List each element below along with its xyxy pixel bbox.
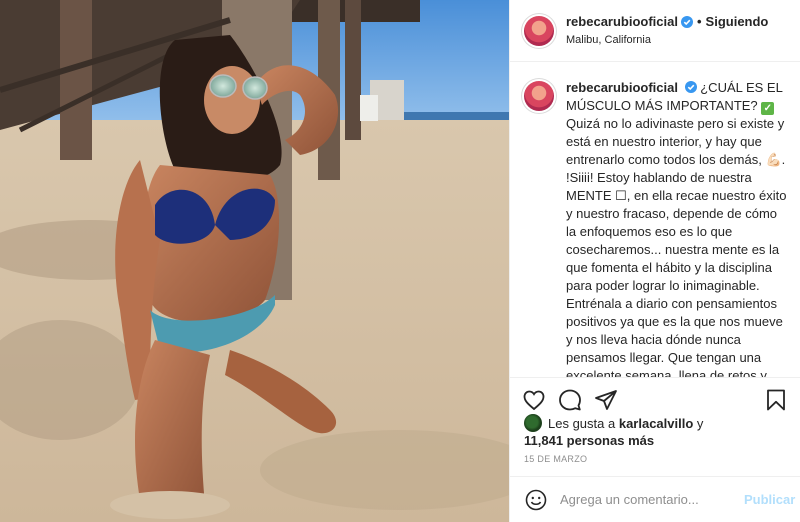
comment-bar: Publicar [510, 476, 800, 522]
post-photo[interactable] [0, 0, 509, 522]
heart-icon [523, 390, 545, 410]
publish-button[interactable]: Publicar [744, 492, 795, 507]
likes-count[interactable]: 11,841 personas más [524, 432, 790, 449]
box-glyph-icon: ☐ [615, 188, 627, 203]
share-icon [595, 389, 617, 410]
emoji-button[interactable] [524, 488, 548, 512]
comment-icon [559, 389, 581, 410]
caption-text: rebecarubiooficial ¿CUÁL ES EL MÚSCULO M… [566, 79, 790, 377]
likes-summary: Les gusta a karlacalvillo y 11,841 perso… [524, 414, 790, 449]
bookmark-icon [767, 389, 785, 410]
caption-text-part2: Quizá no lo adivinaste pero si existe y … [566, 116, 785, 167]
author-avatar[interactable] [524, 15, 554, 46]
liker-username[interactable]: karlacalvillo [619, 415, 693, 432]
verified-badge-icon [680, 15, 693, 28]
comment-input[interactable] [560, 492, 736, 507]
share-button[interactable] [594, 388, 618, 412]
post-location[interactable]: Malibu, California [566, 32, 768, 48]
liker-avatar[interactable] [524, 414, 542, 432]
header-separator: • [696, 13, 702, 29]
check-emoji-icon: ✓ [761, 102, 775, 115]
flexed-arm-emoji-icon: 💪🏻 [765, 152, 782, 167]
post-header: rebecarubiooficial • Siguiendo Malibu, C… [510, 0, 800, 62]
caption-verified-badge-icon [684, 81, 697, 93]
smiley-icon [525, 489, 547, 510]
post-image [0, 0, 509, 522]
like-button[interactable] [522, 388, 546, 412]
following-button[interactable]: Siguiendo [706, 14, 769, 30]
likes-connector: y [696, 415, 704, 431]
author-username[interactable]: rebecarubiooficial [566, 14, 678, 30]
caption-text-part4: , en ella recae nuestro éxito y nuestro … [566, 188, 787, 377]
save-button[interactable] [764, 388, 788, 412]
comment-button[interactable] [558, 388, 582, 412]
post-side-panel: rebecarubiooficial • Siguiendo Malibu, C… [509, 0, 800, 522]
post-date[interactable]: 15 DE MARZO [524, 454, 587, 464]
caption-section: rebecarubiooficial ¿CUÁL ES EL MÚSCULO M… [510, 63, 800, 377]
caption-author-avatar[interactable] [524, 81, 554, 111]
caption-username[interactable]: rebecarubiooficial [566, 80, 678, 95]
likes-prefix: Les gusta a [548, 415, 616, 431]
